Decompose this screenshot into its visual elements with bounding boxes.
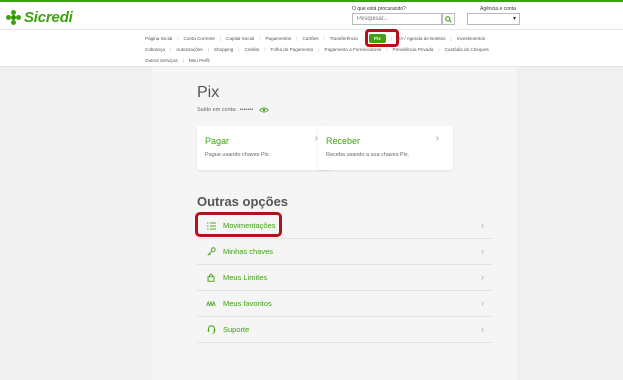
nav-item-transferencia[interactable]: Transferência bbox=[330, 36, 358, 41]
pay-card-desc: Pague usando chaves Pix. bbox=[205, 152, 271, 158]
agency-label: Agência e conta bbox=[480, 6, 516, 12]
receive-card-desc: Receba usando a sua chaves Pix. bbox=[326, 152, 410, 158]
sicredi-logo-icon bbox=[6, 10, 21, 25]
nav-row-3: Outros Serviços | Meu Perfil bbox=[145, 58, 210, 63]
highlight-pix-tab bbox=[365, 29, 399, 47]
nav-item-cartoes[interactable]: Cartões bbox=[302, 36, 318, 41]
nav-separator: | bbox=[323, 36, 325, 41]
nav-separator: | bbox=[259, 36, 261, 41]
lock-icon bbox=[205, 273, 217, 282]
page-title: Pix bbox=[197, 84, 220, 101]
chevron-right-icon: › bbox=[481, 324, 484, 334]
eye-icon[interactable] bbox=[259, 107, 270, 113]
search-button[interactable] bbox=[442, 13, 455, 25]
chevron-right-icon: › bbox=[481, 246, 484, 256]
balance-value: ••••••• bbox=[239, 107, 254, 113]
nav-separator: | bbox=[177, 36, 179, 41]
nav-row-2: Cobrança | Autorizações | Shopping | Crédito | F… bbox=[145, 47, 489, 52]
option-meus-limites[interactable]: Meus Limites › bbox=[197, 265, 492, 291]
chevron-right-icon: › bbox=[435, 133, 439, 144]
nav-separator: | bbox=[296, 36, 298, 41]
favorites-icon bbox=[205, 300, 217, 308]
balance-row: Saldo em conta: ••••••• bbox=[197, 107, 270, 113]
nav-item-cobranca[interactable]: Cobrança bbox=[145, 47, 165, 52]
nav-separator: | bbox=[386, 47, 388, 52]
chevron-right-icon: › bbox=[481, 272, 484, 282]
nav-separator: | bbox=[238, 47, 240, 52]
brand-name: Sicredi bbox=[24, 9, 73, 26]
option-label: Meus favoritos bbox=[223, 299, 272, 308]
main-nav: Página Inicial | Conta Corrente | Capital So… bbox=[0, 29, 623, 67]
nav-separator: | bbox=[450, 36, 452, 41]
top-bar: Sicredi O que está procurando? Agência e… bbox=[0, 0, 623, 29]
search-label: O que está procurando? bbox=[352, 6, 406, 12]
nav-separator: | bbox=[219, 36, 222, 41]
nav-item-autorizacoes[interactable]: Autorizações bbox=[176, 47, 203, 52]
nav-separator: | bbox=[182, 58, 184, 63]
option-label: Suporte bbox=[223, 325, 250, 334]
pay-card[interactable]: Pagar Pague usando chaves Pix. › bbox=[197, 126, 332, 170]
pay-card-title: Pagar bbox=[205, 136, 230, 146]
receive-card-title: Receber bbox=[326, 136, 361, 146]
nav-item-previdencia-privada[interactable]: Previdência Privada bbox=[393, 47, 434, 52]
nav-row-1: Página Inicial | Conta Corrente | Capital So… bbox=[145, 34, 485, 43]
nav-item-pagamento-a-fornecedores[interactable]: Pagamento a Fornecedores bbox=[324, 47, 381, 52]
nav-item-folha-de-pagamento[interactable]: Folha de Pagamento bbox=[271, 47, 314, 52]
nav-item-pagamentos[interactable]: Pagamentos bbox=[265, 36, 291, 41]
nav-item-investimentos[interactable]: Investimentos bbox=[457, 36, 485, 41]
nav-item-capital-social[interactable]: Capital Social bbox=[226, 36, 254, 41]
nav-item-shopping[interactable]: Shopping bbox=[214, 47, 233, 52]
search-icon bbox=[445, 15, 452, 23]
other-options-title: Outras opções bbox=[197, 194, 289, 209]
highlight-movimentacoes bbox=[195, 212, 282, 237]
nav-item-credito[interactable]: Crédito bbox=[245, 47, 260, 52]
option-meus-favoritos[interactable]: Meus favoritos › bbox=[197, 291, 492, 317]
nav-separator: | bbox=[362, 36, 364, 41]
search-input[interactable] bbox=[352, 13, 442, 25]
nav-separator: | bbox=[207, 47, 209, 52]
nav-item-meu-perfil[interactable]: Meu Perfil bbox=[189, 58, 210, 63]
nav-item-outros-servicos[interactable]: Outros Serviços bbox=[145, 58, 178, 63]
nav-item-conta-corrente[interactable]: Conta Corrente bbox=[184, 36, 215, 41]
nav-separator: | bbox=[169, 47, 172, 52]
nav-separator: | bbox=[438, 47, 440, 52]
agency-select[interactable]: ▾ bbox=[467, 13, 520, 25]
nav-item-pagina-inicial[interactable]: Página Inicial bbox=[145, 36, 172, 41]
option-label: Minhas chaves bbox=[223, 247, 274, 256]
nav-separator: | bbox=[264, 47, 266, 52]
nav-item-da-agenda-de-boletos[interactable]: DA / Agenda de Boletos bbox=[397, 36, 446, 41]
nav-item-custodia-de-cheques[interactable]: Custódia de Cheques bbox=[445, 47, 489, 52]
chevron-right-icon: › bbox=[481, 220, 484, 230]
option-minhas-chaves[interactable]: Minhas chaves › bbox=[197, 239, 492, 265]
nav-separator: | bbox=[318, 47, 320, 52]
option-suporte[interactable]: Suporte › bbox=[197, 317, 492, 343]
balance-label: Saldo em conta: bbox=[197, 107, 237, 113]
support-icon bbox=[205, 325, 217, 334]
chevron-right-icon: › bbox=[481, 298, 484, 308]
key-icon bbox=[205, 247, 217, 256]
receive-card[interactable]: Receber Receba usando a sua chaves Pix. … bbox=[318, 126, 453, 170]
sicredi-logo[interactable]: Sicredi bbox=[6, 9, 73, 26]
option-label: Meus Limites bbox=[223, 273, 268, 282]
